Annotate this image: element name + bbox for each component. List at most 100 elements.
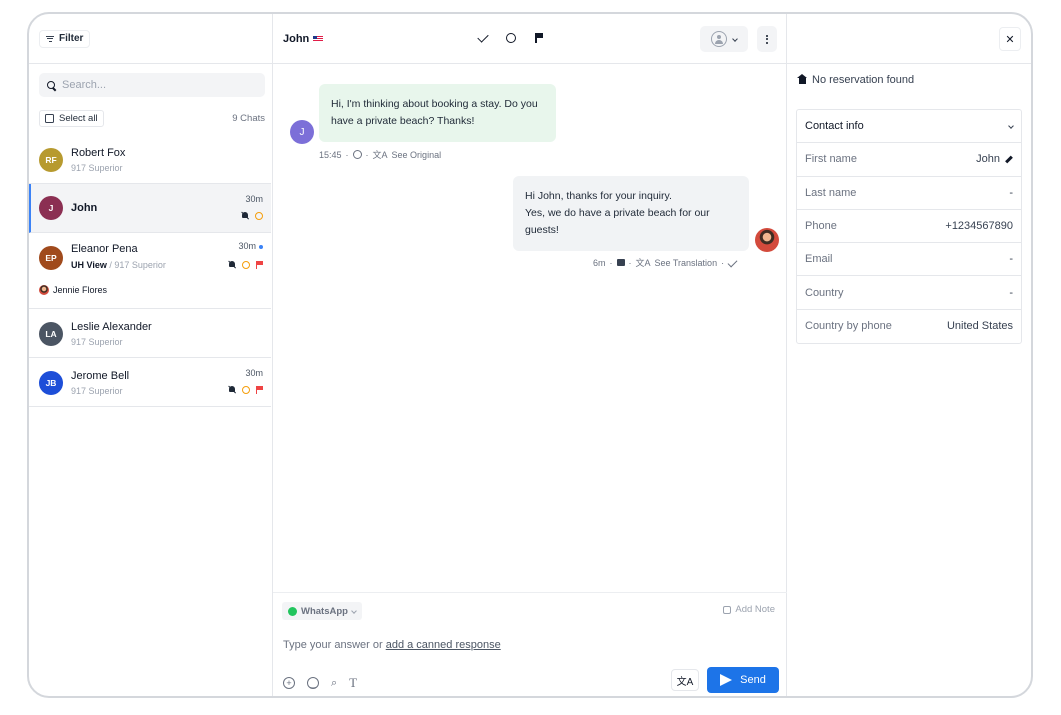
translate-icon: 文A (635, 258, 651, 268)
room-type-label: / 917 Superior (109, 260, 166, 270)
flag-icon (256, 386, 263, 394)
chat-icon (616, 259, 625, 266)
alarm-icon (242, 261, 250, 269)
filter-button[interactable]: Filter (39, 29, 91, 48)
channel-label: WhatsApp (301, 605, 348, 617)
incoming-message-bubble: Hi, I'm thinking about booking a stay. D… (319, 84, 556, 142)
resolve-check-icon[interactable] (477, 31, 489, 43)
delivered-check-icon (727, 257, 738, 268)
field-label: Last name (805, 186, 857, 199)
contact-name: John (283, 33, 324, 45)
app-window: Filter Search... Select all 9 Chats RF R… (27, 12, 1033, 698)
muted-bell-icon (228, 386, 236, 394)
text-format-icon[interactable]: T (349, 675, 357, 691)
select-all-label: Select all (59, 112, 98, 124)
chat-list-item-active[interactable]: J John 30m (29, 184, 271, 233)
field-row-last-name: Last name - (797, 177, 1021, 210)
see-translation-link[interactable]: See Translation (655, 258, 718, 268)
send-button[interactable]: Send (707, 667, 779, 693)
chat-name: Jerome Bell (71, 370, 130, 382)
alarm-icon (255, 212, 263, 220)
edit-pencil-icon[interactable] (1005, 155, 1013, 164)
contact-name-text: John (283, 33, 310, 45)
chat-name: John (71, 202, 98, 214)
reply-input[interactable]: Type your answer or add a canned respons… (283, 639, 501, 651)
assignee-dropdown[interactable] (700, 26, 748, 52)
send-icon (720, 674, 733, 686)
contact-info-toggle[interactable]: Contact info (797, 110, 1021, 144)
field-row-email: Email - (797, 243, 1021, 277)
muted-bell-icon (241, 212, 249, 220)
home-icon (797, 74, 807, 84)
field-row-first-name: First name John (797, 143, 1021, 177)
contact-details-panel: ✕ No reservation found Contact info Firs… (787, 14, 1031, 696)
chat-time: 30m (245, 194, 263, 204)
message-time: 15:45 (319, 149, 342, 160)
chat-list-header: Filter (29, 14, 272, 64)
field-label: Country by phone (805, 320, 892, 333)
assigned-agent: Jennie Flores (39, 285, 107, 295)
chat-subtitle: 917 Superior (71, 337, 123, 347)
chat-subtitle: 917 Superior (71, 163, 123, 173)
details-header: ✕ (787, 14, 1031, 64)
outgoing-message-line: Yes, we do have a private beach for our … (525, 207, 710, 236)
search-placeholder: Search... (62, 79, 107, 91)
search-input[interactable]: Search... (39, 73, 265, 97)
contact-info-card: Contact info First name John Last name -… (796, 109, 1022, 345)
close-button[interactable]: ✕ (999, 27, 1021, 51)
chat-list-item[interactable]: JB Jerome Bell 917 Superior 30m (29, 358, 271, 407)
field-value: +1234567890 (945, 220, 1013, 233)
attachment-icon[interactable]: ⌕ (331, 677, 337, 690)
first-name-value: John (976, 153, 1000, 166)
user-icon (711, 31, 727, 47)
chat-name: Eleanor Pena (71, 243, 138, 255)
add-note-button[interactable]: Add Note (723, 604, 775, 615)
agent-avatar (755, 228, 779, 252)
chat-list-item[interactable]: LA Leslie Alexander 917 Superior (29, 309, 271, 358)
field-row-phone: Phone +1234567890 (797, 210, 1021, 244)
chat-status-icons (241, 212, 263, 220)
message-time: 6m (593, 257, 606, 268)
see-original-link[interactable]: See Original (392, 150, 442, 160)
unread-dot-icon (259, 244, 263, 249)
channel-selector[interactable]: WhatsApp (282, 602, 362, 620)
select-all-checkbox[interactable]: Select all (39, 109, 104, 127)
translate-button[interactable]: 文A (671, 669, 699, 691)
chat-status-icons (228, 261, 263, 269)
chevron-down-icon (732, 36, 738, 42)
snooze-alarm-icon[interactable] (506, 33, 516, 43)
chats-count: 9 Chats (232, 112, 265, 124)
chevron-down-icon (1008, 123, 1014, 129)
no-reservation-notice: No reservation found (797, 74, 914, 86)
select-row: Select all 9 Chats (39, 109, 265, 127)
chat-time: 30m (245, 368, 263, 378)
message-composer: WhatsApp Add Note Type your answer or ad… (273, 592, 787, 696)
chat-list-item[interactable]: RF Robert Fox 917 Superior (29, 135, 271, 184)
emoji-icon[interactable]: ‿ (307, 677, 319, 689)
conversation-panel: John J Hi, I'm thinking about booking a … (273, 14, 787, 696)
field-label: First name (805, 153, 857, 166)
avatar: JB (39, 371, 63, 395)
chat-subtitle: UH View / 917 Superior (71, 260, 166, 270)
chat-list-item[interactable]: EP Eleanor Pena UH View / 917 Superior 3… (29, 233, 271, 309)
translate-icon: 文A (372, 150, 388, 160)
send-label: Send (740, 674, 766, 686)
reply-placeholder: Type your answer or (283, 639, 383, 651)
checkbox-icon (45, 113, 54, 123)
chat-name: Leslie Alexander (71, 321, 152, 333)
search-icon (47, 80, 56, 90)
contact-avatar: J (290, 120, 314, 144)
whatsapp-icon (288, 606, 297, 616)
chat-time-value: 30m (238, 241, 256, 251)
more-options-button[interactable] (757, 26, 777, 52)
field-label: Email (805, 253, 833, 266)
conversation-header: John (273, 14, 786, 64)
canned-response-link[interactable]: add a canned response (386, 639, 501, 651)
chat-list-panel: Filter Search... Select all 9 Chats RF R… (29, 14, 273, 696)
outgoing-message-meta: 6m · · 文A See Translation · (593, 256, 738, 269)
contact-info-title: Contact info (805, 120, 864, 133)
muted-bell-icon (228, 261, 236, 269)
field-value[interactable]: John (976, 153, 1013, 165)
room-view-label: UH View (71, 260, 107, 270)
add-icon[interactable]: + (283, 677, 295, 689)
